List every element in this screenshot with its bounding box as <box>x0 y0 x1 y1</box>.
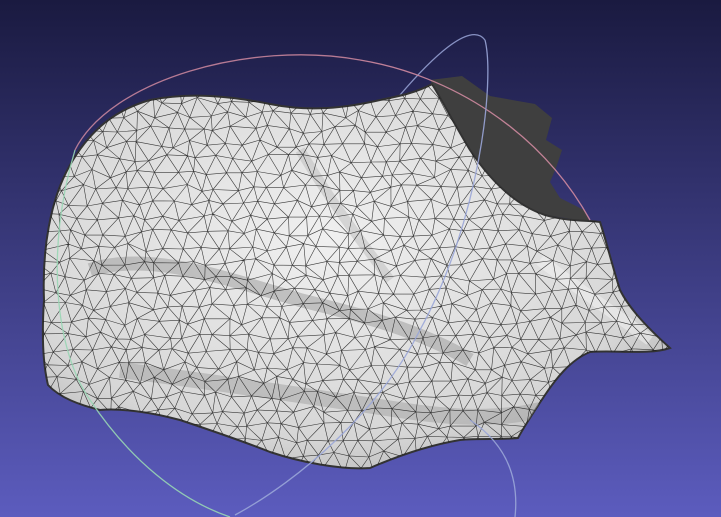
viewport-canvas[interactable] <box>0 0 721 517</box>
3d-mesh-viewport[interactable] <box>0 0 721 517</box>
